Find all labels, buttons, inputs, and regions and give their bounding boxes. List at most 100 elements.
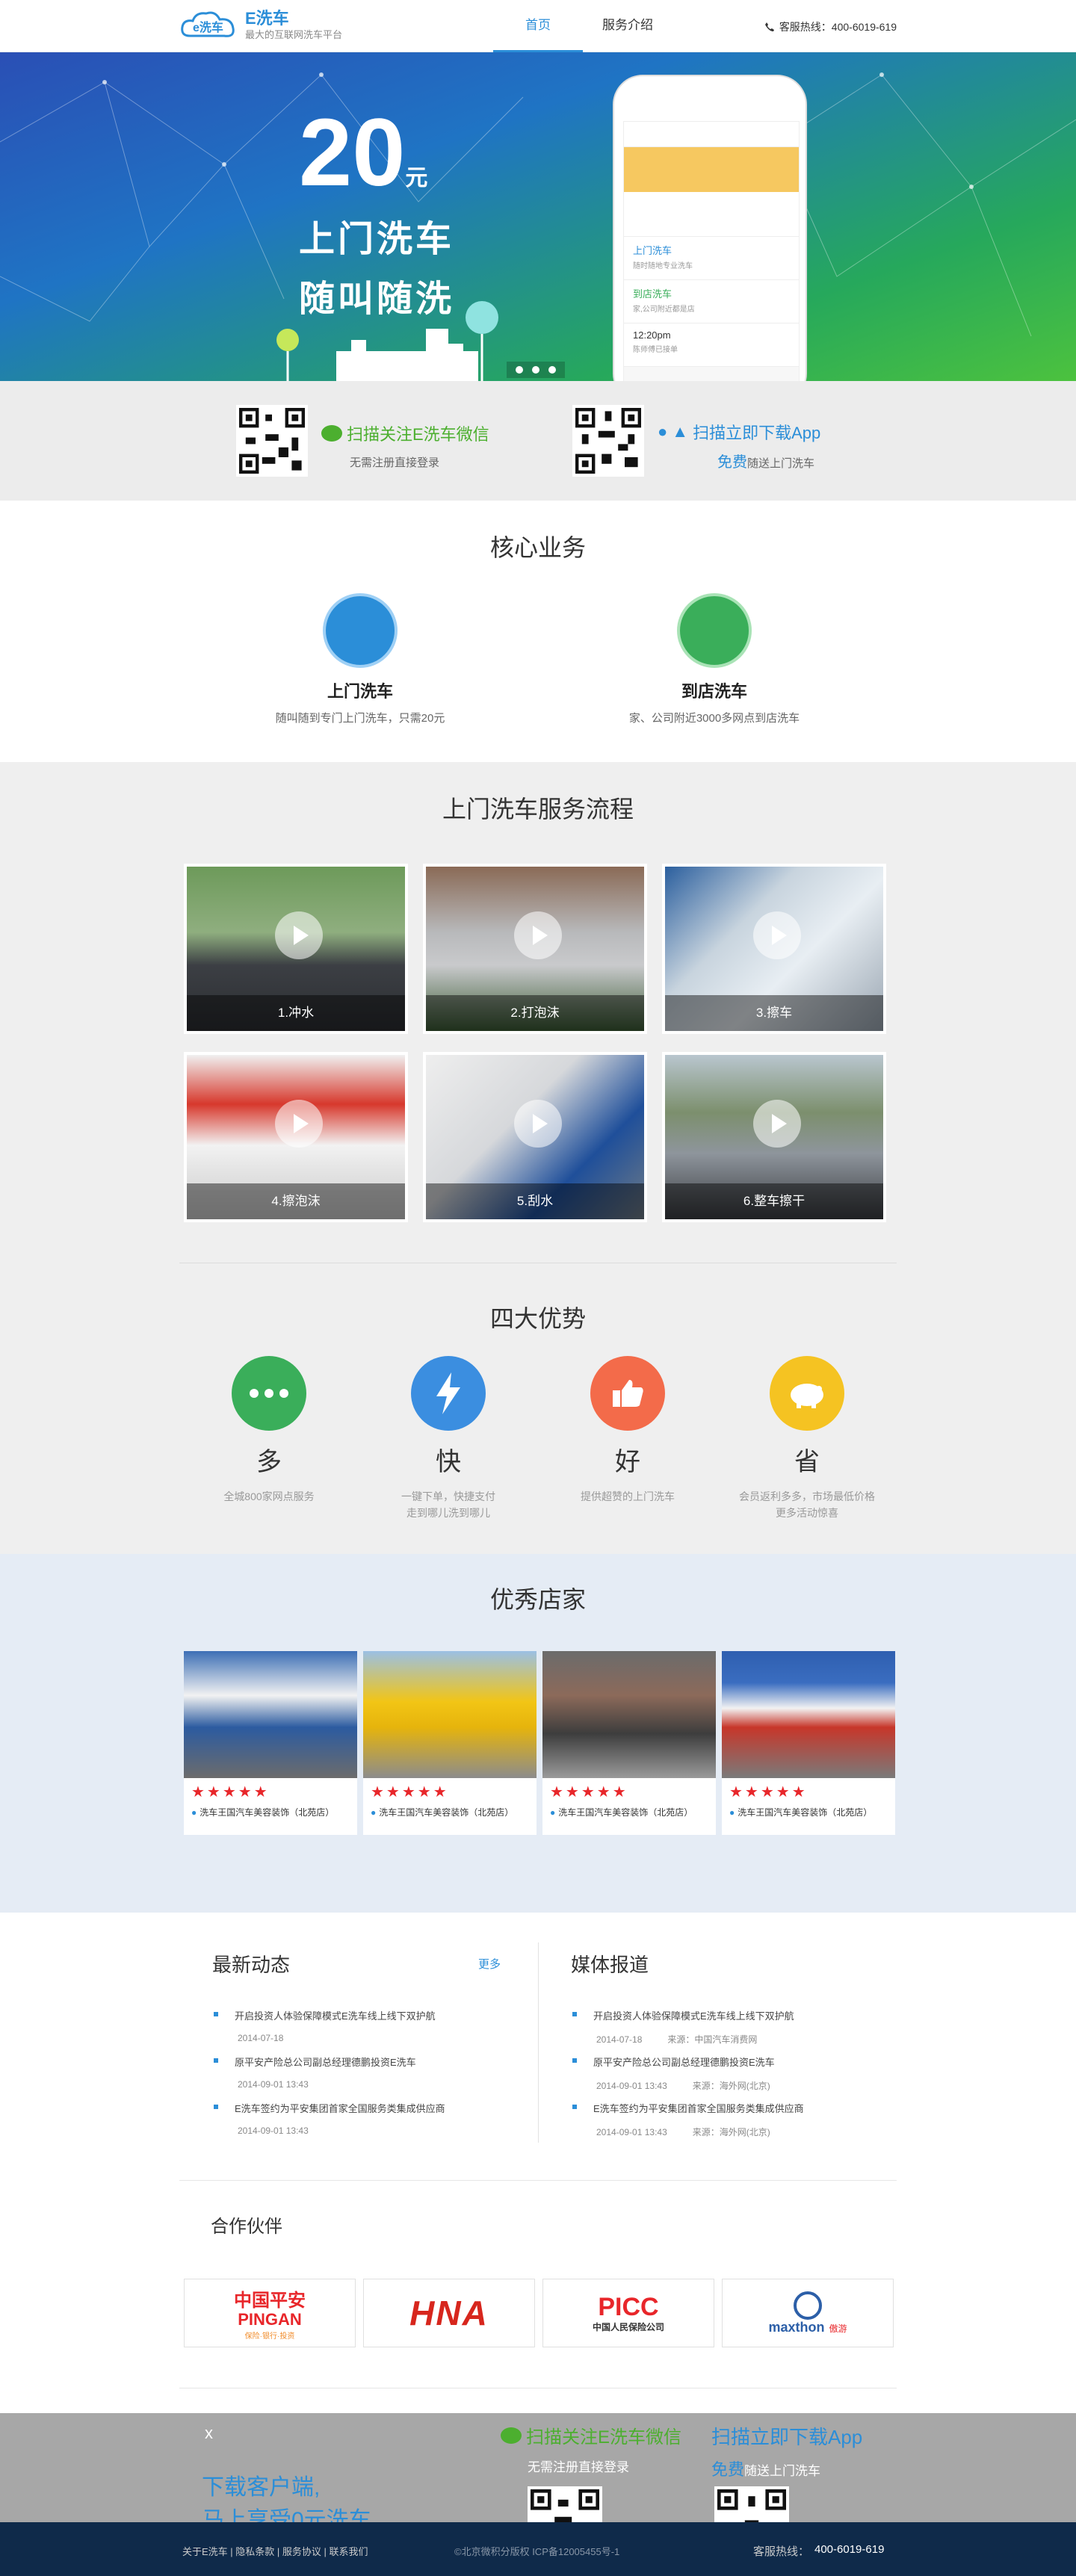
media-item-3[interactable]: E洗车签约为平安集团首家全国服务类集成供应商 2014-09-01 13:43 来… [572, 2101, 856, 2138]
store-card-1[interactable]: ★★★★★ ● 洗车王国汽车美容装饰（北苑店） [184, 1651, 357, 1835]
carousel-dot-1[interactable] [516, 366, 523, 374]
car-wash-station-icon [677, 593, 752, 668]
media-item-1[interactable]: 开启投资人体验保障模式E洗车线上线下双护航 2014-07-18 来源：中国汽车消… [572, 2008, 856, 2046]
carousel-dot-3[interactable] [548, 366, 556, 374]
store-card-2[interactable]: ★★★★★ ● 洗车王国汽车美容装饰（北苑店） [363, 1651, 537, 1835]
wechat-icon [321, 425, 342, 442]
float-app-sub: 免费随送上门洗车 [711, 2460, 821, 2479]
rating-stars: ★★★★★ [729, 1784, 808, 1801]
partner-hna[interactable]: HNA [363, 2279, 535, 2347]
qr-strip: 扫描关注E洗车微信 无需注册直接登录 ● ▲ 扫描立即下载App 免费随送上门洗车 [0, 381, 1076, 501]
media-item-2[interactable]: 原平安产险总公司副总经理德鹏投资E洗车 2014-09-01 13:43 来源：海… [572, 2055, 856, 2092]
phone-screen: 上门洗车 随时随地专业洗车 到店洗车 家,公司附近都是店 12:20pm 陈师傅… [623, 121, 800, 381]
piggy-bank-icon [770, 1356, 844, 1431]
footer-hotline-label: 客服热线： [753, 2545, 810, 2558]
core-item-store-wash[interactable]: 到店洗车 家、公司附近3000多网点到店洗车 [565, 593, 864, 725]
news-item-1[interactable]: 开启投资人体验保障模式E洗车线上线下双护航 2014-07-18 [214, 2008, 498, 2043]
app-row-2: 到店洗车 家,公司附近都是店 [624, 280, 799, 323]
close-float-button[interactable]: x [205, 2424, 213, 2443]
float-wechat-sub: 无需注册直接登录 [528, 2460, 629, 2474]
footer-copyright: ©北京微积分版权 ICP备12005455号-1 [454, 2546, 620, 2557]
banner-line-2: 随叫随洗 [299, 279, 455, 319]
process-step-2[interactable]: 2.打泡沫 [423, 864, 647, 1034]
rating-stars: ★★★★★ [550, 1784, 628, 1801]
section-divider [179, 2180, 897, 2181]
location-pin-icon: ● [371, 1806, 377, 1818]
footer-links[interactable]: 关于E洗车 | 隐私条款 | 服务协议 | 联系我们 [182, 2544, 368, 2558]
phone-mockup: 上门洗车 随时随地专业洗车 到店洗车 家,公司附近都是店 12:20pm 陈师傅… [613, 75, 807, 381]
hotline-text: 客服热线：400-6019-619 [779, 21, 897, 33]
wechat-qr-text: 扫描关注E洗车微信 无需注册直接登录 [321, 421, 489, 470]
play-icon[interactable] [275, 911, 323, 959]
banner-price: 20元 [299, 99, 428, 206]
nav-home[interactable]: 首页 [493, 0, 583, 52]
core-title: 核心业务 [489, 534, 586, 561]
media-title: 媒体报道 [571, 1954, 649, 1976]
advantage-good: 好 提供超赞的上门洗车 [538, 1356, 717, 1505]
news-item-3[interactable]: E洗车签约为平安集团首家全国服务类集成供应商 2014-09-01 13:43 [214, 2101, 498, 2136]
more-dots-icon [232, 1356, 306, 1431]
play-icon[interactable] [753, 911, 801, 959]
maxthon-logo-icon [794, 2291, 822, 2320]
advantage-many: 多 全城800家网点服务 [179, 1356, 359, 1505]
brand-slogan: 最大的互联网洗车平台 [245, 29, 343, 40]
core-item-home-wash[interactable]: 上门洗车 随叫随到专门上门洗车，只需20元 [211, 593, 510, 725]
store-card-3[interactable]: ★★★★★ ● 洗车王国汽车美容装饰（北苑店） [542, 1651, 716, 1835]
thumbs-up-icon [590, 1356, 665, 1431]
featured-stores-section: 优秀店家 ★★★★★ ● 洗车王国汽车美容装饰（北苑店） ★★★★★ ● 洗车王国汽… [0, 1554, 1076, 1913]
wechat-qr-code [236, 405, 308, 477]
footer-hotline: 400-6019-619 [814, 2543, 885, 2556]
partner-picc[interactable]: PICC 中国人民保险公司 [542, 2279, 714, 2347]
qr-pattern-icon [239, 408, 305, 474]
process-step-1[interactable]: 1.冲水 [184, 864, 408, 1034]
download-float-bar: x 下载客户端, 马上享受0元洗车 扫描关注E洗车微信 无需注册直接登录 扫描立… [0, 2413, 1076, 2561]
process-step-3[interactable]: 3.擦车 [662, 864, 886, 1034]
process-step-6[interactable]: 6.整车擦干 [662, 1052, 886, 1222]
app-qr-code [572, 405, 644, 477]
advantage-save: 省 会员返利多多，市场最低价格 更多活动惊喜 [717, 1356, 897, 1521]
rating-stars: ★★★★★ [371, 1784, 449, 1801]
news-title: 最新动态 [212, 1954, 291, 1976]
app-row-1: 上门洗车 随时随地专业洗车 [624, 237, 799, 280]
apple-icon: ● [658, 422, 668, 441]
news-item-2[interactable]: 原平安产险总公司副总经理德鹏投资E洗车 2014-09-01 13:43 [214, 2055, 498, 2090]
app-banner-image [624, 147, 799, 192]
play-icon[interactable] [275, 1100, 323, 1148]
play-icon[interactable] [753, 1100, 801, 1148]
qr-pattern-icon [575, 408, 641, 474]
partner-pingan[interactable]: 中国平安 PINGAN 保险·银行·投资 [184, 2279, 356, 2347]
partner-maxthon[interactable]: maxthon 傲游 [722, 2279, 894, 2347]
logo[interactable]: e洗车 E洗车 最大的互联网洗车平台 [179, 7, 342, 43]
news-more-link[interactable]: 更多 [478, 1956, 501, 1972]
hotline: 客服热线：400-6019-619 [764, 19, 897, 34]
wechat-icon [501, 2427, 522, 2444]
hero-banner[interactable]: 20元 上门洗车 随叫随洗 上门洗车 随时随地专业洗车 到店洗车 家,公司附近都… [0, 52, 1076, 381]
nav-service-intro[interactable]: 服务介绍 [583, 0, 672, 52]
app-row-weather [624, 192, 799, 237]
partners-title: 合作伙伴 [211, 2217, 282, 2237]
advantage-fast: 快 一键下单，快捷支付 走到哪儿洗到哪儿 [359, 1356, 538, 1521]
process-step-5[interactable]: 5.刮水 [423, 1052, 647, 1222]
store-photo [722, 1651, 895, 1778]
location-pin-icon: ● [191, 1806, 197, 1818]
phone-icon [764, 22, 774, 31]
cloud-logo-icon: e洗车 [181, 11, 235, 37]
site-header: e洗车 E洗车 最大的互联网洗车平台 首页 服务介绍 客服热线：400-6019… [0, 0, 1076, 52]
store-photo [542, 1651, 716, 1778]
lightning-icon [411, 1356, 486, 1431]
main-nav: 首页 服务介绍 [493, 0, 672, 52]
play-icon[interactable] [514, 1100, 562, 1148]
float-wechat-title: 扫描关注E洗车微信 [501, 2422, 681, 2448]
app-row-3: 12:20pm 陈师傅已接单 [624, 323, 799, 367]
float-app-title: 扫描立即下载App [711, 2426, 863, 2448]
location-pin-icon: ● [729, 1806, 735, 1818]
process-step-4[interactable]: 4.擦泡沫 [184, 1052, 408, 1222]
carousel-indicators [507, 362, 565, 378]
carousel-dot-2[interactable] [532, 366, 539, 374]
core-business-section: 核心业务 上门洗车 随叫随到专门上门洗车，只需20元 到店洗车 家、公司附近30… [0, 501, 1076, 762]
location-pin-icon: ● [550, 1806, 556, 1818]
app-qr-text: ● ▲ 扫描立即下载App 免费随送上门洗车 [658, 422, 821, 471]
play-icon[interactable] [514, 911, 562, 959]
brand-name: E洗车 [245, 9, 289, 28]
store-card-4[interactable]: ★★★★★ ● 洗车王国汽车美容装饰（北苑店） [722, 1651, 895, 1835]
